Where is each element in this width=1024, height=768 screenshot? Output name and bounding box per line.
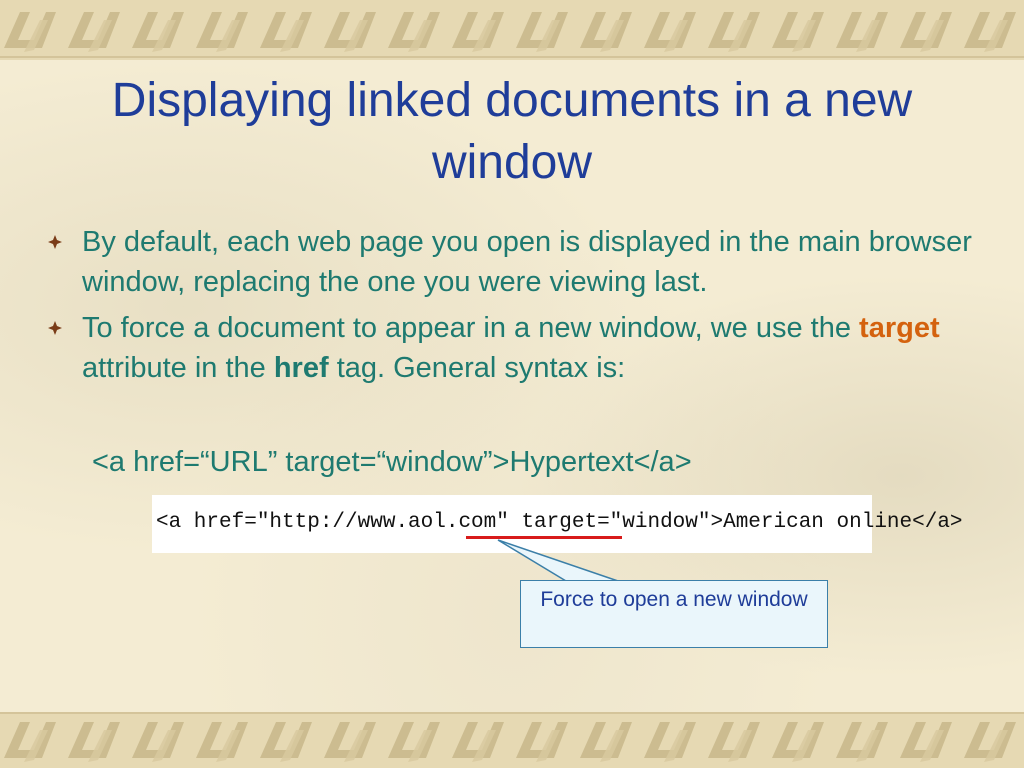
slide: Displaying linked documents in a new win… [0, 0, 1024, 768]
callout-pointer [497, 539, 619, 585]
callout-box: Force to open a new window [520, 580, 828, 648]
